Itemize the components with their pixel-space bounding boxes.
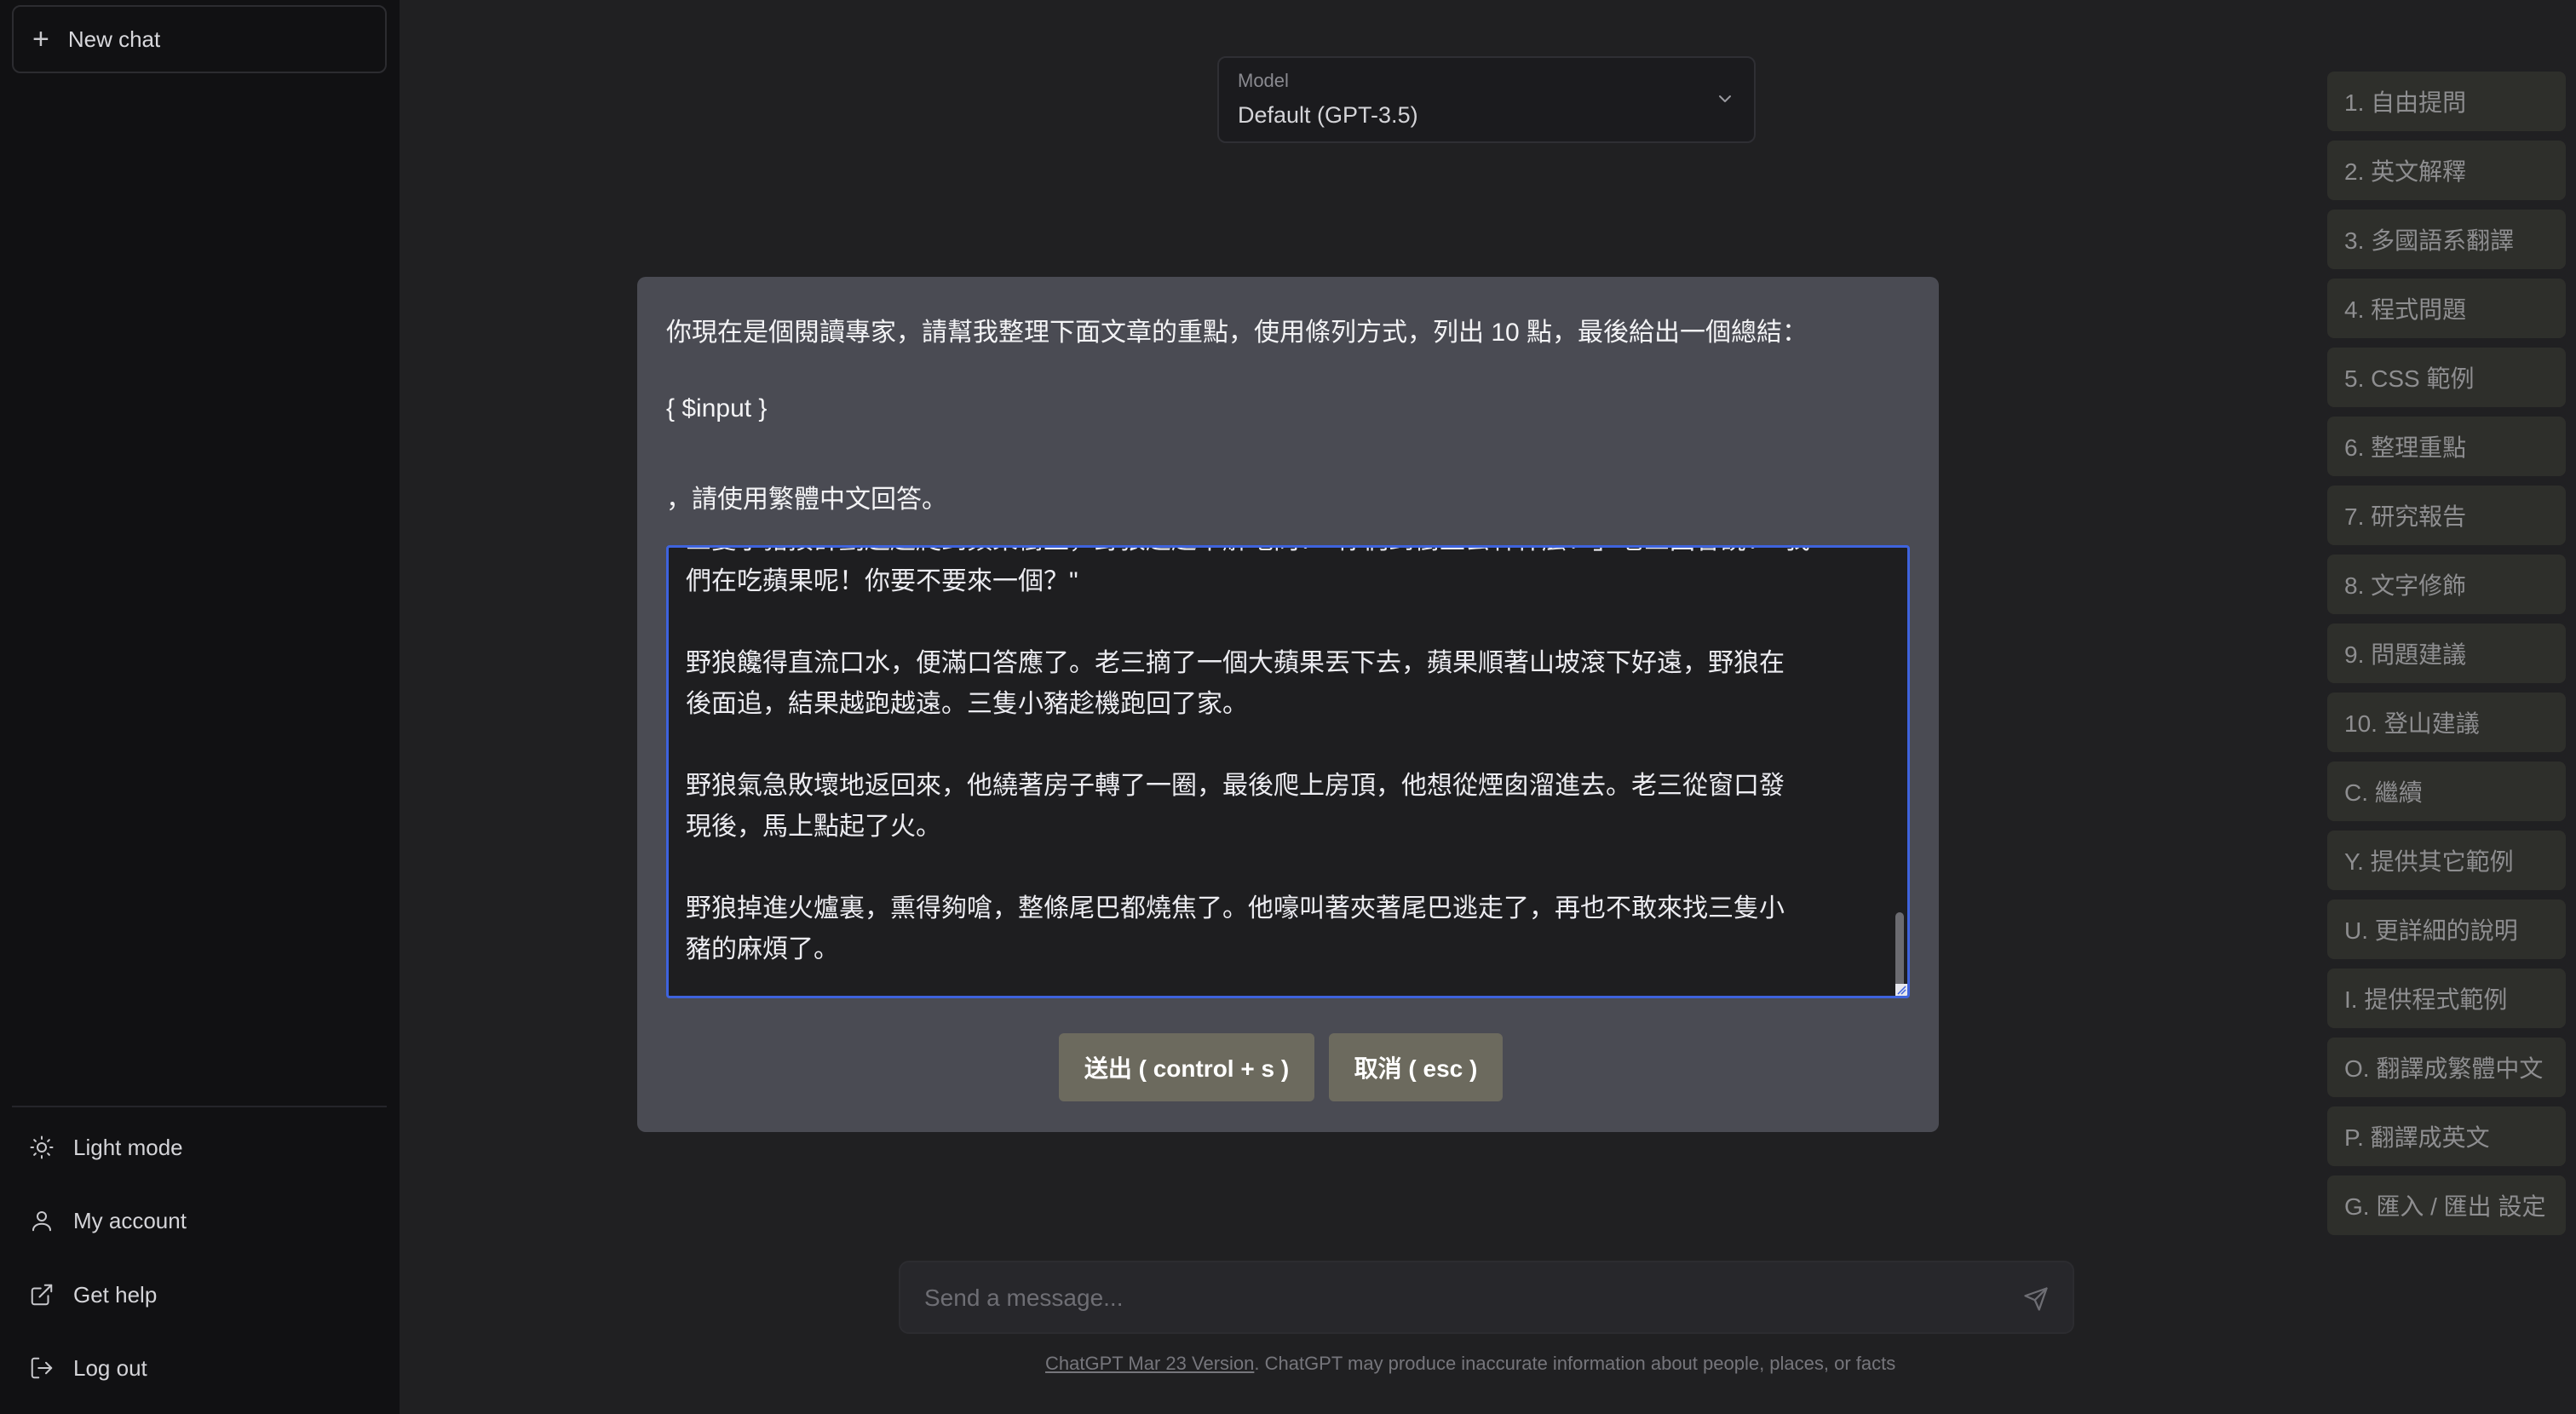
- sidebar-divider: [12, 1106, 387, 1107]
- text-line: 們在吃蘋果呢！你要不要來一個？": [686, 567, 1078, 595]
- sidebar: + New chat Light mode My account Get hel…: [0, 0, 400, 1414]
- quick-button[interactable]: G. 匯入 / 匯出 設定: [2327, 1175, 2566, 1235]
- quick-button[interactable]: 6. 整理重點: [2327, 417, 2566, 476]
- submit-button[interactable]: 送出 ( control + s ): [1059, 1033, 1314, 1101]
- model-value: Default (GPT-3.5): [1238, 102, 1418, 128]
- send-icon[interactable]: [2023, 1286, 2049, 1312]
- get-help-label: Get help: [73, 1281, 158, 1308]
- my-account-button[interactable]: My account: [29, 1191, 187, 1250]
- text-line: 野狼氣急敗壞地返回來，他繞著房子轉了一圈，最後爬上房頂，他想從煙囱溜進去。老三從…: [686, 772, 1785, 800]
- text-line: 野狼掉進火爐裏，熏得夠嗆，整條尾巴都燒焦了。他嚎叫著夾著尾巴逃走了，再也不敢來找…: [686, 894, 1785, 923]
- quick-button[interactable]: 8. 文字修飾: [2327, 555, 2566, 614]
- model-selector[interactable]: Model Default (GPT-3.5): [1217, 56, 1756, 143]
- text-line: 後面追，結果越跑越遠。三隻小豬趁機跑回了家。: [686, 690, 1248, 718]
- version-link[interactable]: ChatGPT Mar 23 Version: [1045, 1353, 1254, 1374]
- light-mode-label: Light mode: [73, 1134, 183, 1160]
- plus-icon: +: [32, 23, 49, 55]
- textarea-content: 三隻小豬按計劃趁趁爬到蘋果樹上，野狼趕趕不解地問：「你們到樹上去幹什麼？」老三回…: [686, 548, 1887, 996]
- quick-button[interactable]: O. 翻譯成繁體中文: [2327, 1038, 2566, 1097]
- text-line: 現後，馬上點起了火。: [686, 813, 941, 841]
- light-mode-button[interactable]: Light mode: [29, 1118, 183, 1177]
- prompt-input-placeholder: { $input }: [666, 394, 768, 422]
- resize-handle-icon[interactable]: [1895, 984, 1907, 996]
- new-chat-label: New chat: [67, 26, 161, 52]
- quick-button[interactable]: 3. 多國語系翻譯: [2327, 210, 2566, 269]
- log-out-icon: [31, 1357, 53, 1379]
- message-input[interactable]: [923, 1262, 1991, 1334]
- quick-button[interactable]: 2. 英文解釋: [2327, 141, 2566, 200]
- quick-button[interactable]: 1. 自由提問: [2327, 72, 2566, 131]
- sun-icon: [30, 1135, 54, 1159]
- quick-button[interactable]: 9. 問題建議: [2327, 624, 2566, 683]
- quick-button[interactable]: U. 更詳細的說明: [2327, 900, 2566, 959]
- text-line: 三隻小豬按計劃趁趁爬到蘋果樹上，野狼趕趕不解地問：「你們到樹上去幹什麼？」老三回…: [686, 548, 1810, 555]
- cancel-button[interactable]: 取消 ( esc ): [1329, 1033, 1503, 1101]
- quick-button[interactable]: P. 翻譯成英文: [2327, 1106, 2566, 1166]
- chevron-down-icon: [1719, 95, 1731, 102]
- get-help-button[interactable]: Get help: [29, 1265, 157, 1325]
- quick-button[interactable]: 7. 研究報告: [2327, 486, 2566, 545]
- new-chat-button[interactable]: + New chat: [12, 5, 387, 73]
- quick-button[interactable]: Y. 提供其它範例: [2327, 831, 2566, 890]
- prompt-suffix: ，請使用繁體中文回答。: [666, 486, 947, 514]
- quick-button[interactable]: 10. 登山建議: [2327, 693, 2566, 752]
- text-line: 豬的麻煩了。: [686, 935, 839, 963]
- quick-button[interactable]: 5. CSS 範例: [2327, 348, 2566, 407]
- model-label: Model: [1238, 70, 1289, 91]
- text-line: 野狼饞得直流口水，便滿口答應了。老三摘了一個大蘋果丟下去，蘋果順著山坡滾下好遠，…: [686, 649, 1785, 677]
- quick-button[interactable]: 4. 程式問題: [2327, 279, 2566, 338]
- prompt-instruction: 你現在是個閱讀專家，請幫我整理下面文章的重點，使用條列方式，列出 10 點，最後…: [666, 319, 1808, 347]
- quick-button[interactable]: I. 提供程式範例: [2327, 969, 2566, 1028]
- prompt-modal: 你現在是個閱讀專家，請幫我整理下面文章的重點，使用條列方式，列出 10 點，最後…: [637, 277, 1939, 1132]
- user-icon: [32, 1211, 51, 1232]
- external-link-icon: [31, 1284, 53, 1306]
- my-account-label: My account: [73, 1207, 187, 1233]
- scrollbar-thumb[interactable]: [1895, 912, 1904, 992]
- footer-disclaimer: ChatGPT Mar 23 Version. ChatGPT may prod…: [1045, 1353, 1895, 1375]
- footer-text: . ChatGPT may produce inaccurate informa…: [1254, 1353, 1896, 1374]
- quick-button[interactable]: C. 繼續: [2327, 762, 2566, 821]
- input-textarea[interactable]: 三隻小豬按計劃趁趁爬到蘋果樹上，野狼趕趕不解地問：「你們到樹上去幹什麼？」老三回…: [666, 545, 1910, 998]
- message-composer: [899, 1261, 2074, 1334]
- log-out-button[interactable]: Log out: [29, 1338, 147, 1398]
- log-out-label: Log out: [73, 1354, 147, 1381]
